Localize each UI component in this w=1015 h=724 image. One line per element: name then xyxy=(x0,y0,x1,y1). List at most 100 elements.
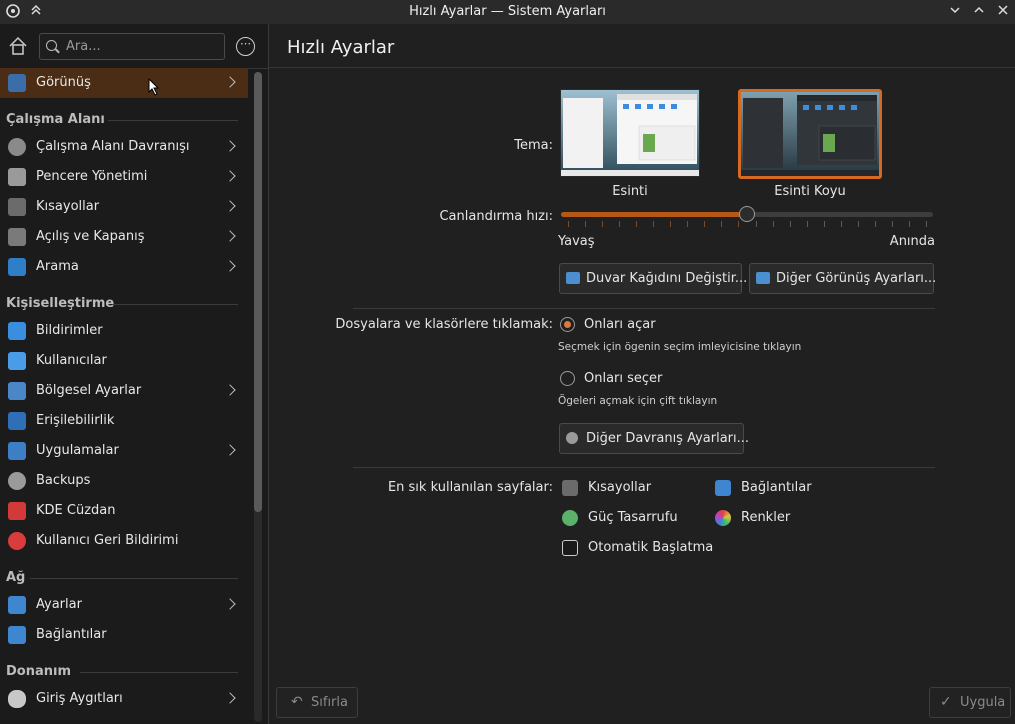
sidebar-scrollbar[interactable] xyxy=(254,72,262,512)
search-input[interactable] xyxy=(64,38,218,55)
sidebar-item-backups[interactable]: Backups xyxy=(0,466,248,496)
slider-tick xyxy=(772,221,774,227)
slider-tick xyxy=(585,221,587,227)
sidebar-item-label: Bildirimler xyxy=(36,323,103,338)
section-title-workspace: Çalışma Alanı xyxy=(6,112,105,127)
feedback-icon xyxy=(8,532,26,550)
slider-min-label: Yavaş xyxy=(558,234,595,249)
frequent-item-label: Bağlantılar xyxy=(741,480,812,495)
keyboard-icon xyxy=(562,480,578,496)
animation-speed-slider-handle[interactable] xyxy=(739,206,755,222)
sidebar-item-user-feedback[interactable]: Kullanıcı Geri Bildirimi xyxy=(0,526,248,556)
slider-tick xyxy=(755,221,757,227)
open-hint: Seçmek için ögenin seçim imleyicisine tı… xyxy=(558,341,802,353)
backups-icon xyxy=(8,472,26,490)
sidebar-item-accessibility[interactable]: Erişilebilirlik xyxy=(0,406,248,436)
search-icon xyxy=(46,40,57,51)
theme-option-breeze-dark[interactable] xyxy=(738,89,882,179)
search-field[interactable] xyxy=(39,33,225,60)
close-icon[interactable] xyxy=(994,3,1012,21)
slider-tick xyxy=(619,221,621,227)
mouse-cursor-icon xyxy=(148,78,160,96)
slider-tick xyxy=(636,221,638,227)
sidebar-item-appearance[interactable]: Görünüş xyxy=(0,68,248,98)
sidebar-item-notifications[interactable]: Bildirimler xyxy=(0,316,248,346)
maximize-icon[interactable] xyxy=(970,3,988,21)
theme-option-breeze[interactable] xyxy=(560,89,700,177)
sidebar-item-label: Kullanıcılar xyxy=(36,353,107,368)
reset-button[interactable]: ↶ Sıfırla xyxy=(276,687,358,718)
sidebar-item-label: Giriş Aygıtları xyxy=(36,691,123,706)
reset-button-label: Sıfırla xyxy=(311,695,348,710)
slider-tick xyxy=(891,221,893,227)
sidebar-item-label: Backups xyxy=(36,473,91,488)
sidebar-item-label: Bölgesel Ayarlar xyxy=(36,383,142,398)
open-radio[interactable] xyxy=(560,317,575,332)
users-icon xyxy=(8,352,26,370)
appearance-icon xyxy=(8,74,26,92)
slider-tick xyxy=(874,221,876,227)
section-divider xyxy=(108,120,238,121)
sidebar-item-applications[interactable]: Uygulamalar xyxy=(0,436,248,466)
section-title-hardware: Donanım xyxy=(6,664,72,679)
search-settings-icon xyxy=(8,258,26,276)
slider-tick xyxy=(704,221,706,227)
startup-icon xyxy=(8,228,26,246)
frequent-item-label: Kısayollar xyxy=(588,480,652,495)
network-settings-icon xyxy=(8,596,26,614)
sidebar-item-kde-wallet[interactable]: KDE Cüzdan xyxy=(0,496,248,526)
sidebar-item-users[interactable]: Kullanıcılar xyxy=(0,346,248,376)
sidebar-item-connections[interactable]: Bağlantılar xyxy=(0,620,248,650)
theme-name-breeze: Esinti xyxy=(612,184,648,199)
more-menu-button[interactable]: ⋯ xyxy=(236,37,255,56)
home-icon[interactable] xyxy=(6,34,30,58)
sidebar-item-startup-shutdown[interactable]: Açılış ve Kapanış xyxy=(0,222,248,252)
slider-max-label: Anında xyxy=(889,234,935,249)
select-hint: Ögeleri açmak için çift tıklayın xyxy=(558,395,718,407)
section-title-network: Ağ xyxy=(6,570,26,585)
slider-tick xyxy=(926,221,927,227)
more-appearance-settings-button[interactable]: Diğer Görünüş Ayarları... xyxy=(749,263,936,294)
theme-name-breeze-dark: Esinti Koyu xyxy=(774,184,846,199)
sidebar-item-regional[interactable]: Bölgesel Ayarlar xyxy=(0,376,248,406)
frequent-pages-label: En sık kullanılan sayfalar: xyxy=(387,480,553,495)
sidebar-item-workspace-behavior[interactable]: Çalışma Alanı Davranışı xyxy=(0,132,248,162)
button-label: Diğer Davranış Ayarları... xyxy=(586,431,750,446)
select-radio-label[interactable]: Onları seçer xyxy=(584,371,662,386)
wallpaper-icon xyxy=(566,272,580,284)
title-bar: Hızlı Ayarlar — Sistem Ayarları xyxy=(0,0,1015,24)
sidebar-item-window-management[interactable]: Pencere Yönetimi xyxy=(0,162,248,192)
section-divider xyxy=(353,467,935,468)
slider-tick xyxy=(823,221,825,227)
regional-icon xyxy=(8,382,26,400)
sidebar-item-shortcuts[interactable]: Kısayollar xyxy=(0,192,248,222)
sidebar-item-network-settings[interactable]: Ayarlar xyxy=(0,590,248,620)
slider-tick xyxy=(670,221,672,227)
title-divider xyxy=(269,67,1015,68)
mouse-icon xyxy=(8,690,26,708)
more-behavior-settings-button[interactable]: Diğer Davranış Ayarları... xyxy=(559,423,749,454)
applications-icon xyxy=(8,442,26,460)
colors-icon xyxy=(715,510,731,526)
open-radio-label[interactable]: Onları açar xyxy=(584,317,656,332)
section-title-personalization: Kişiselleştirme xyxy=(6,296,115,311)
workspace-behavior-icon xyxy=(8,138,26,156)
sidebar-item-search[interactable]: Arama xyxy=(0,252,248,282)
frequent-item-label: Renkler xyxy=(741,510,791,525)
sidebar-item-label: Görünüş xyxy=(36,75,91,90)
apply-button[interactable]: ✓ Uygula xyxy=(929,687,1011,718)
section-divider xyxy=(30,578,238,579)
behavior-settings-icon xyxy=(566,432,578,444)
sidebar-item-label: Erişilebilirlik xyxy=(36,413,115,428)
page-title: Hızlı Ayarlar xyxy=(287,37,395,58)
sidebar-item-label: Pencere Yönetimi xyxy=(36,169,148,184)
change-wallpaper-button[interactable]: Duvar Kağıdını Değiştir... xyxy=(559,263,747,294)
sidebar-item-label: Uygulamalar xyxy=(36,443,119,458)
keyboard-icon xyxy=(8,198,26,216)
minimize-icon[interactable] xyxy=(946,3,964,21)
select-radio[interactable] xyxy=(560,371,575,386)
theme-label: Tema: xyxy=(514,138,553,153)
sidebar-item-label: Kısayollar xyxy=(36,199,100,214)
animation-speed-slider-fill xyxy=(561,212,747,217)
sidebar-item-input-devices[interactable]: Giriş Aygıtları xyxy=(0,684,248,714)
